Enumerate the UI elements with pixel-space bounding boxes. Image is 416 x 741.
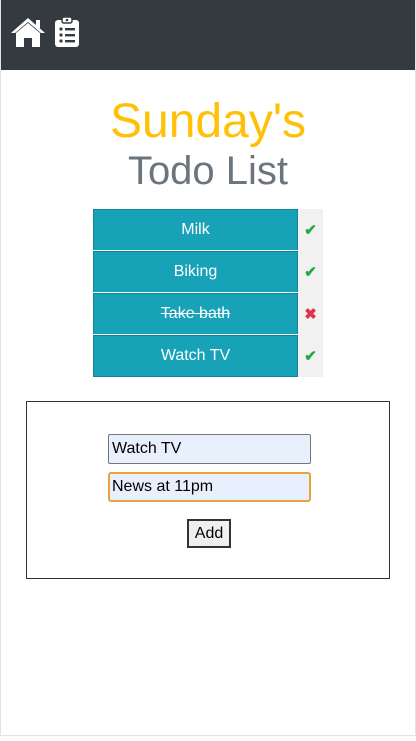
add-todo-form: Add bbox=[26, 401, 390, 579]
home-icon[interactable] bbox=[10, 16, 46, 48]
todo-item: Watch TV ✔ bbox=[93, 335, 325, 377]
cross-icon[interactable]: ✖ bbox=[298, 293, 323, 335]
page-subtitle: Todo List bbox=[127, 149, 289, 193]
todo-label[interactable]: Take bath bbox=[93, 293, 298, 334]
clipboard-list-icon[interactable] bbox=[54, 16, 80, 48]
todo-label[interactable]: Milk bbox=[93, 209, 298, 250]
check-icon[interactable]: ✔ bbox=[298, 335, 323, 377]
todo-label[interactable]: Biking bbox=[93, 251, 298, 292]
todo-item: Milk ✔ bbox=[93, 209, 325, 251]
add-button[interactable]: Add bbox=[187, 519, 231, 548]
top-navbar bbox=[1, 0, 415, 70]
todo-item: Biking ✔ bbox=[93, 251, 325, 293]
todo-list: Milk ✔ Biking ✔ Take bath ✖ Watch TV ✔ bbox=[93, 209, 325, 377]
todo-name-input[interactable] bbox=[108, 434, 311, 464]
todo-page: Sunday's Todo List Milk ✔ Biking ✔ Take … bbox=[0, 0, 416, 736]
check-icon[interactable]: ✔ bbox=[298, 209, 323, 251]
todo-label[interactable]: Watch TV bbox=[93, 335, 298, 377]
page-title: Sunday's bbox=[110, 95, 306, 148]
todo-note-input[interactable] bbox=[108, 472, 311, 502]
check-icon[interactable]: ✔ bbox=[298, 251, 323, 293]
todo-item: Take bath ✖ bbox=[93, 293, 325, 335]
